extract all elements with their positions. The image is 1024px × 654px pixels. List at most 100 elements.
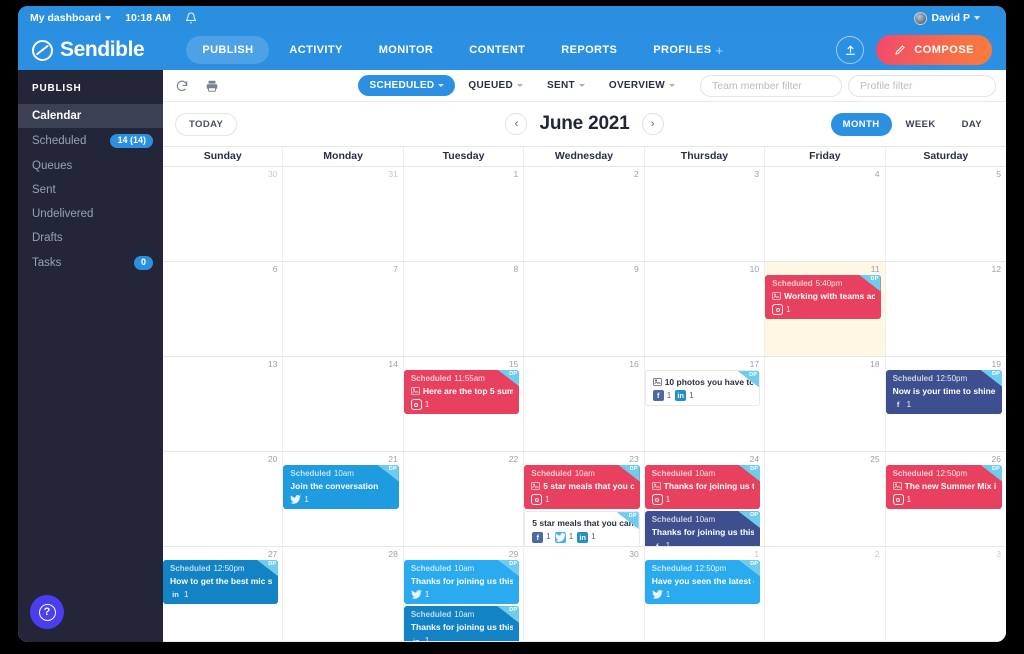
filter-pill-scheduled[interactable]: SCHEDULED: [358, 75, 456, 96]
chevron-down-icon: [105, 16, 112, 20]
calendar-day-cell[interactable]: 24DPScheduled10amThanks for joining us t…: [644, 452, 766, 546]
view-button-week[interactable]: WEEK: [894, 113, 948, 136]
compose-button[interactable]: COMPOSE: [876, 35, 992, 65]
event-title: 10 photos you have to see...: [652, 377, 753, 388]
add-profile-icon[interactable]: +: [715, 43, 723, 58]
sidebar-item-tasks[interactable]: Tasks 0: [18, 250, 163, 276]
calendar-event[interactable]: DPScheduled12:50pmThe new Summer Mix is …: [885, 464, 1002, 510]
calendar-day-cell[interactable]: 13: [163, 357, 284, 451]
event-time: 12:50pm: [936, 468, 968, 478]
filter-pill-sent[interactable]: SENT: [536, 75, 596, 96]
calendar-event[interactable]: DPScheduled10amThanks for joining us thi…: [403, 606, 520, 641]
sidebar-item-queues[interactable]: Queues: [18, 154, 163, 178]
calendar-day-cell[interactable]: 15 DP Scheduled 11:55am Here are the top 5 s…: [403, 357, 525, 451]
calendar-day-cell[interactable]: 3: [645, 167, 766, 261]
print-icon[interactable]: [205, 79, 219, 93]
calendar-day-cell[interactable]: 19 DP Scheduled 12:50pm Now is your time to …: [885, 357, 1006, 451]
calendar-day-cell[interactable]: 26 DP Scheduled 12:50pm The new Summer Mix i…: [885, 452, 1006, 546]
calendar-day-cell[interactable]: 12: [886, 262, 1006, 356]
calendar-event[interactable]: DPScheduled5:40pmWorking with teams acro…: [765, 274, 881, 320]
refresh-icon[interactable]: [175, 79, 189, 93]
sidebar-item-undelivered[interactable]: Undelivered: [18, 202, 163, 226]
calendar-day-cell[interactable]: 18: [765, 357, 886, 451]
calendar-event[interactable]: DP10 photos you have to see...f1in1: [644, 369, 761, 407]
calendar-day-cell[interactable]: 7: [283, 262, 404, 356]
network-count: 1: [666, 390, 672, 400]
sidebar-item-calendar[interactable]: Calendar: [18, 104, 163, 128]
calendar-day-cell[interactable]: 22: [404, 452, 525, 546]
filter-pill-overview[interactable]: OVERVIEW: [598, 75, 686, 96]
calendar-day-cell[interactable]: 1 DP Scheduled 12:50pm Have you seen the lat…: [644, 547, 766, 641]
event-title: Now is your time to shine: [893, 386, 996, 397]
calendar-day-cell[interactable]: 4: [765, 167, 886, 261]
sidebar-item-sent[interactable]: Sent: [18, 178, 163, 202]
sidebar-item-scheduled[interactable]: Scheduled 14 (14): [18, 128, 163, 154]
nav-tab-content[interactable]: CONTENT: [453, 36, 541, 64]
calendar-day-cell[interactable]: 30: [163, 167, 284, 261]
profile-filter-input[interactable]: Profile filter: [848, 74, 996, 97]
chevron-down-icon: [578, 84, 585, 87]
nav-tab-activity[interactable]: ACTIVITY: [273, 36, 358, 64]
calendar-event[interactable]: DPScheduled10amThanks for joining us thi…: [403, 559, 520, 605]
calendar-day-cell[interactable]: 2: [765, 547, 886, 641]
next-month-button[interactable]: ›: [641, 113, 664, 135]
calendar-day-cell[interactable]: 17DP10 photos you have to see...f1in1: [644, 357, 766, 451]
calendar-day-cell[interactable]: 21 DP Scheduled 10am Join the conversation 1: [283, 452, 404, 546]
calendar-event[interactable]: DPScheduled10amThanks for joining us thi…: [644, 511, 761, 546]
sidebar: PUBLISH Calendar Scheduled 14 (14) Queue…: [18, 70, 163, 642]
calendar-event[interactable]: DP Scheduled 10am Join the conversation 1: [283, 464, 399, 510]
event-time: 10am: [454, 563, 475, 573]
calendar-day-cell[interactable]: 5: [886, 167, 1006, 261]
sidebar-item-drafts[interactable]: Drafts: [18, 226, 163, 250]
filter-pill-queued[interactable]: QUEUED: [457, 75, 534, 96]
event-title-text: 5 star meals that you can ma...: [532, 518, 633, 529]
calendar-day-cell[interactable]: 2: [524, 167, 645, 261]
nav-tab-publish[interactable]: PUBLISH: [186, 36, 270, 64]
team-member-filter-input[interactable]: Team member filter: [700, 74, 842, 97]
calendar-day-cell[interactable]: 28: [283, 547, 404, 641]
calendar-day-cell[interactable]: 16: [524, 357, 645, 451]
nav-tab-monitor[interactable]: MONITOR: [363, 36, 450, 64]
upload-button[interactable]: [836, 36, 865, 64]
help-button[interactable]: ?: [30, 595, 64, 629]
calendar-day-cell[interactable]: 11DPScheduled5:40pmWorking with teams ac…: [765, 262, 886, 356]
prev-month-button[interactable]: ‹: [505, 113, 528, 135]
brand-logo[interactable]: Sendible: [32, 38, 145, 62]
view-button-month[interactable]: MONTH: [830, 112, 892, 136]
dashboard-selector[interactable]: My dashboard: [30, 12, 112, 24]
user-menu[interactable]: David P: [914, 11, 980, 25]
bell-icon[interactable]: [185, 12, 197, 24]
calendar-day-cell[interactable]: 14: [283, 357, 404, 451]
calendar-day-cell[interactable]: 6: [163, 262, 284, 356]
calendar-event[interactable]: DPScheduled10amThanks for joining us thi…: [644, 464, 761, 510]
calendar-day-cell[interactable]: 27 DP Scheduled 12:50pm How to get the best …: [163, 547, 284, 641]
calendar-day-cell[interactable]: 23DPScheduled10am5 star meals that you c…: [524, 452, 645, 546]
calendar-day-cell[interactable]: 20: [163, 452, 284, 546]
calendar-event[interactable]: DP5 star meals that you can ma...f11in1: [524, 511, 640, 546]
calendar-day-cell[interactable]: 3: [886, 547, 1006, 641]
calendar-day-cell[interactable]: 1: [404, 167, 525, 261]
linkedin-icon: in: [172, 589, 179, 599]
nav-tab-reports[interactable]: REPORTS: [545, 36, 633, 64]
calendar-event[interactable]: DP Scheduled 12:50pm Now is your time to sh…: [885, 369, 1002, 415]
event-meta: Scheduled 12:50pm: [893, 469, 996, 479]
today-button[interactable]: TODAY: [175, 112, 238, 136]
calendar-day-cell[interactable]: 31: [283, 167, 404, 261]
calendar-event[interactable]: DP Scheduled 12:50pm How to get the best mi…: [163, 559, 279, 605]
nav-tab-profiles[interactable]: PROFILES +: [637, 35, 739, 66]
view-button-day[interactable]: DAY: [950, 113, 994, 136]
event-meta: Scheduled 12:50pm: [170, 564, 272, 574]
calendar-day-cell[interactable]: 29 DP Scheduled 10am Thanks for joining us t…: [403, 547, 525, 641]
calendar-day-cell[interactable]: 8: [404, 262, 525, 356]
calendar-day-cell[interactable]: 9: [524, 262, 645, 356]
chevron-down-icon: [438, 84, 445, 87]
calendar-day-cell[interactable]: 10: [645, 262, 766, 356]
calendar-event[interactable]: DPScheduled11:55amHere are the top 5 sum…: [403, 369, 520, 415]
calendar-day-cell[interactable]: 25: [765, 452, 886, 546]
calendar-day-cell[interactable]: 30: [524, 547, 645, 641]
calendar-event[interactable]: DPScheduled10am5 star meals that you can…: [524, 464, 640, 510]
network-chip: in 1: [577, 531, 596, 543]
nav-tab-label: CONTENT: [469, 44, 526, 56]
day-of-week-label: Thursday: [645, 147, 766, 166]
calendar-event[interactable]: DP Scheduled 12:50pm Have you seen the late…: [644, 559, 761, 605]
